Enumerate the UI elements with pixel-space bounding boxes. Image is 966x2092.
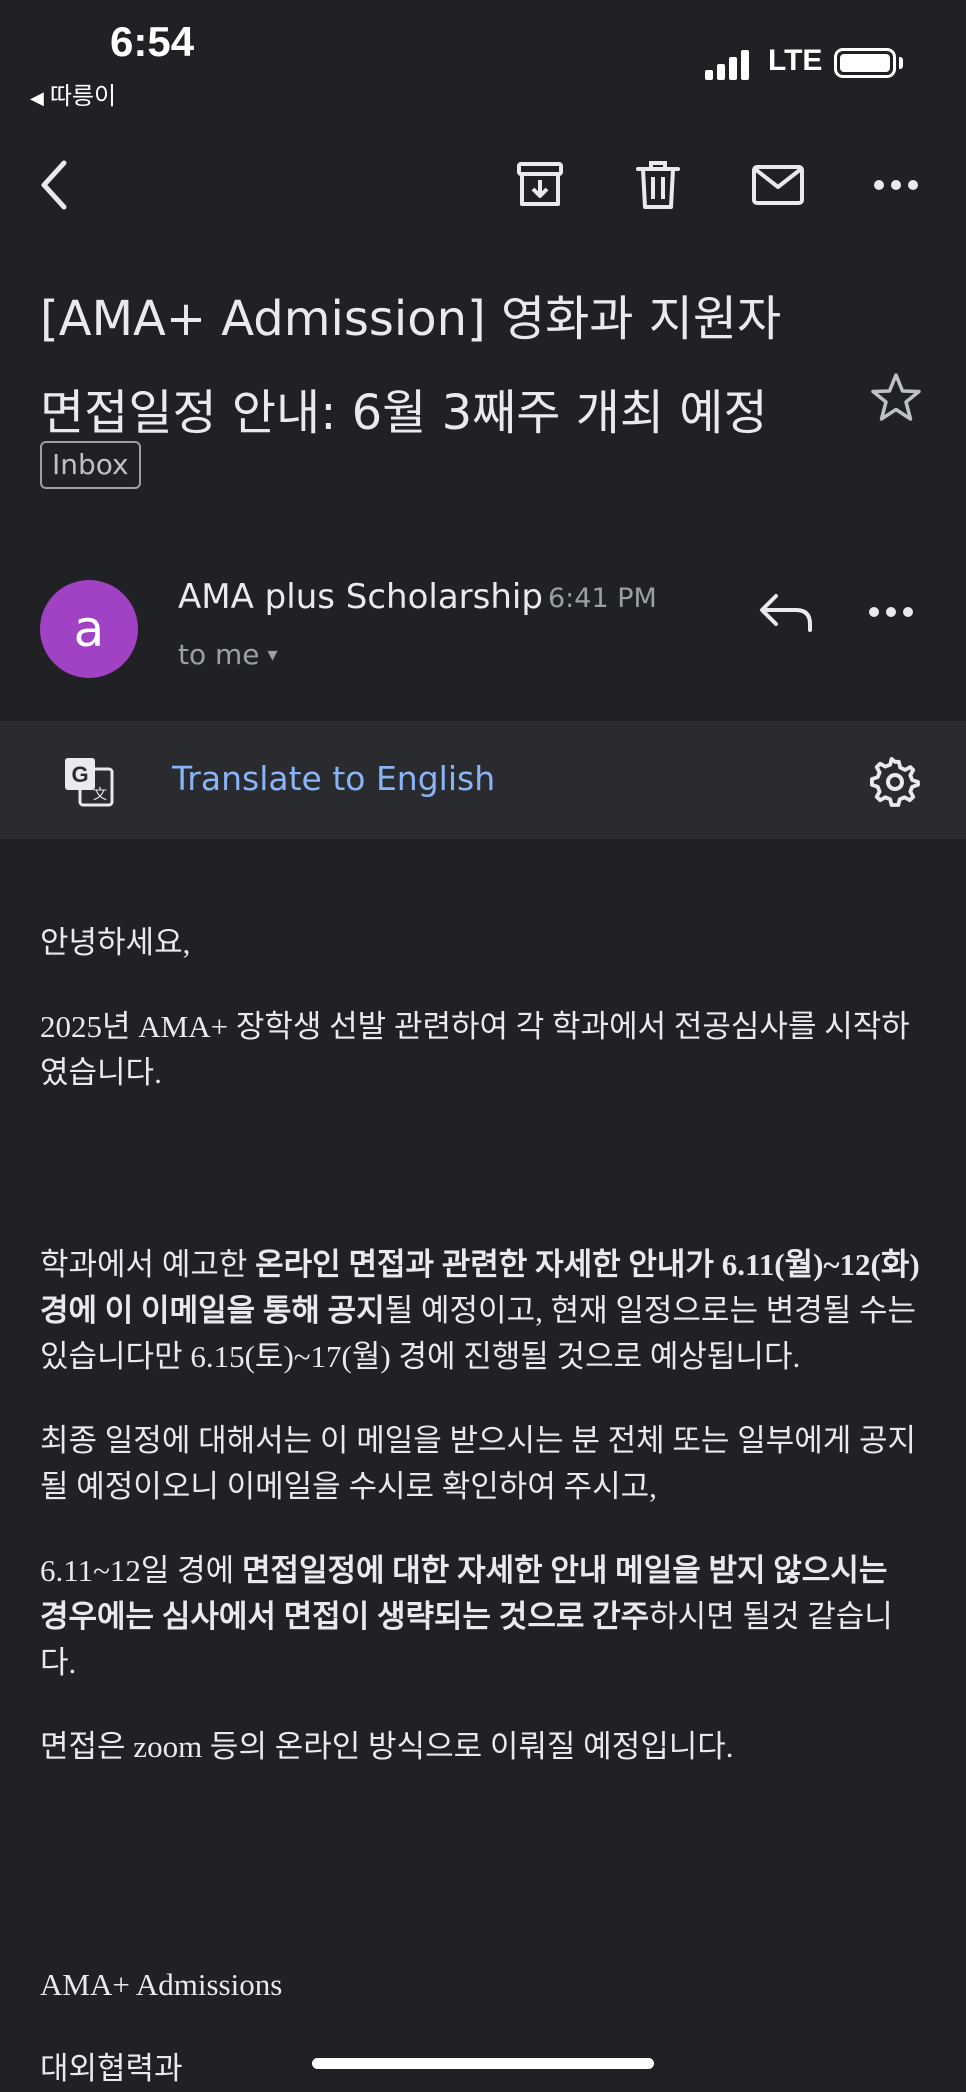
archive-button[interactable] xyxy=(510,155,570,215)
delete-button[interactable] xyxy=(628,155,688,215)
reply-button[interactable] xyxy=(756,584,820,640)
status-bar: 6:54 ◀ 따릉이 LTE xyxy=(0,0,966,110)
reply-icon xyxy=(756,584,820,640)
svg-text:G: G xyxy=(71,762,88,787)
body-paragraph-1: 2025년 AMA+ 장학생 선발 관련하여 각 학과에서 전공심사를 시작하였… xyxy=(40,1009,910,1090)
chevron-down-icon: ▾ xyxy=(267,642,278,666)
message-more-button[interactable] xyxy=(868,584,924,640)
mail-icon xyxy=(751,164,805,206)
body-paragraph-3: 최종 일정에 대해서는 이 메일을 받으시는 분 전체 또는 일부에게 공지될 … xyxy=(40,1423,917,1504)
email-subject: [AMA+ Admission] 영화과 지원자 면접일정 안내: 6월 3째주… xyxy=(40,272,860,460)
p2-part-a: 학과에서 예고한 xyxy=(40,1247,256,1282)
status-time: 6:54 xyxy=(110,18,195,65)
back-icon xyxy=(34,155,74,215)
gear-icon xyxy=(870,757,920,807)
back-to-app-link[interactable]: ◀ 따릉이 xyxy=(30,76,116,111)
body-paragraph-2: 학과에서 예고한 온라인 면접과 관련한 자세한 안내가 6.11(월)~12(… xyxy=(40,1242,920,1380)
star-button[interactable] xyxy=(868,370,924,426)
mark-unread-button[interactable] xyxy=(748,155,808,215)
network-type: LTE xyxy=(768,44,823,77)
recipient-details-toggle[interactable]: to me ▾ xyxy=(178,638,278,671)
sender-name: AMA plus Scholarship xyxy=(178,577,543,617)
battery-tip xyxy=(899,57,903,69)
inbox-label-chip[interactable]: Inbox xyxy=(40,441,141,489)
sent-time: 6:41 PM xyxy=(548,583,657,614)
translate-settings-button[interactable] xyxy=(870,757,920,807)
p4-part-a: 6.11~12일 경에 xyxy=(40,1553,242,1588)
archive-icon xyxy=(514,159,566,211)
body-paragraph-5: 면접은 zoom 등의 온라인 방식으로 이뤄질 예정입니다. xyxy=(40,1729,734,1764)
subject-line-2: 면접일정 안내: 6월 3째주 개최 예정 xyxy=(40,385,768,441)
more-icon xyxy=(873,179,919,191)
star-icon xyxy=(868,370,924,426)
translate-icon: G 文 xyxy=(62,755,116,809)
back-button[interactable] xyxy=(24,155,84,215)
recipient-label: to me xyxy=(178,638,260,671)
back-app-label: 따릉이 xyxy=(49,82,117,110)
back-triangle-icon: ◀ xyxy=(30,88,44,109)
more-icon xyxy=(868,584,924,640)
translate-bar: G 文 Translate to English xyxy=(0,721,966,839)
subject-line-1: [AMA+ Admission] 영화과 지원자 xyxy=(40,291,782,347)
email-body: 안녕하세요, 2025년 AMA+ 장학생 선발 관련하여 각 학과에서 전공심… xyxy=(40,920,920,2092)
cellular-signal-icon xyxy=(705,50,751,80)
more-options-button[interactable] xyxy=(866,155,926,215)
greeting: 안녕하세요, xyxy=(40,925,191,960)
translate-link[interactable]: Translate to English xyxy=(172,759,495,798)
sender-avatar[interactable]: a xyxy=(40,580,138,678)
svg-text:文: 文 xyxy=(93,786,107,802)
battery-icon xyxy=(834,48,896,78)
trash-icon xyxy=(634,159,682,211)
signature-line-2: 대외협력과 xyxy=(40,2051,183,2086)
body-paragraph-4: 6.11~12일 경에 면접일정에 대한 자세한 안내 메일을 받지 않으시는 … xyxy=(40,1548,920,1686)
signature-line-1: AMA+ Admissions xyxy=(40,1967,283,2002)
home-indicator[interactable] xyxy=(312,2058,654,2069)
